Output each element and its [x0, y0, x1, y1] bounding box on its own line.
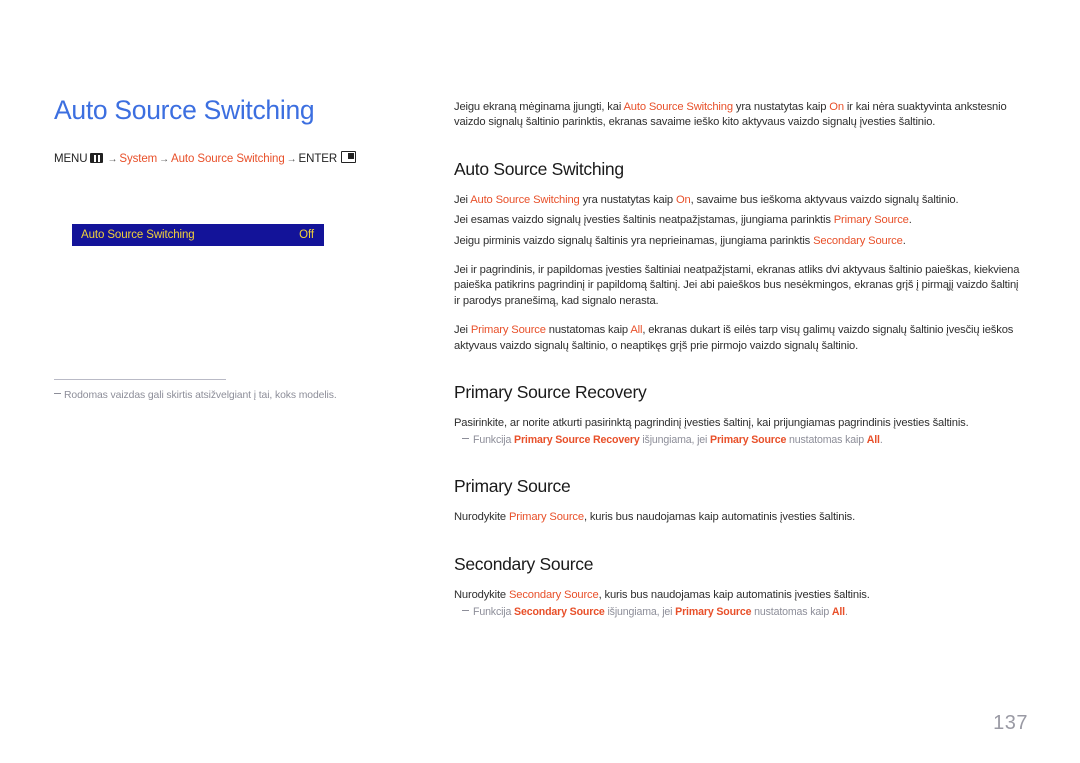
menu-grid-icon: [90, 153, 104, 163]
page-number: 137: [993, 712, 1028, 734]
paragraph: Nurodykite Secondary Source, kuris bus n…: [454, 588, 1026, 603]
paragraph: Pasirinkite, ar norite atkurti pasirinkt…: [454, 417, 969, 430]
intro-highlight-1: Auto Source Switching: [623, 101, 734, 113]
breadcrumb-menu-label: MENU: [54, 153, 88, 165]
paragraph-highlight: Secondary Source: [508, 588, 599, 601]
breadcrumb-item-auto-source-switching[interactable]: Auto Source Switching: [171, 153, 285, 165]
note-text: išjungiama, jei: [604, 606, 676, 619]
paragraph-text: Jei esamas vaizdo signalų įvesties šalti…: [454, 214, 834, 227]
paragraph: Jei esamas vaizdo signalų įvesties šalti…: [454, 213, 1026, 228]
paragraph-text: Jeigu pirminis vaizdo signalų šaltinis y…: [454, 234, 814, 247]
note-dash-icon: [462, 610, 469, 612]
left-footnote: Rodomas vaizdas gali skirtis atsižvelgia…: [54, 389, 414, 403]
paragraph-text: .: [908, 214, 912, 227]
section-primary-source-recovery: Primary Source Recovery Pasirinkite, ar …: [454, 381, 1026, 448]
paragraph-text: , savaime bus ieškoma aktyvaus vaizdo si…: [690, 193, 959, 206]
intro-text-2: yra nustatytas kaip: [732, 101, 830, 113]
paragraph-text: Jei: [454, 193, 471, 206]
breadcrumb-arrow-1: →: [107, 154, 118, 165]
paragraph-highlight: Primary Source: [508, 511, 584, 524]
note-text: Funkcija: [473, 606, 515, 619]
paragraph-text: Nurodykite: [454, 511, 509, 524]
section-note: Funkcija Secondary Source išjungiama, je…: [462, 605, 1026, 620]
osd-menu-label: Auto Source Switching: [81, 229, 195, 241]
note-highlight: Primary Source Recovery: [514, 434, 640, 447]
page-title: Auto Source Switching: [54, 95, 315, 125]
note-text: .: [879, 434, 883, 447]
breadcrumb-item-system[interactable]: System: [119, 153, 157, 165]
enter-key-icon: [341, 151, 357, 163]
note-text: nustatomas kaip: [751, 606, 832, 619]
note-highlight: Primary Source: [710, 434, 787, 447]
left-column: Auto Source Switching MENU → System → Auto S…: [54, 94, 414, 167]
left-note-divider: [54, 379, 226, 380]
note-dash-icon: [54, 393, 61, 394]
note-highlight: All: [866, 434, 880, 447]
paragraph-text: yra nustatytas kaip: [579, 193, 676, 206]
paragraph-text: .: [902, 234, 906, 247]
breadcrumb-enter-label: ENTER: [298, 153, 338, 165]
section-note: Funkcija Primary Source Recovery išjungi…: [462, 433, 1026, 448]
intro-text-1: Jeigu ekraną mėginama įjungti, kai: [454, 101, 624, 113]
paragraph-highlight: Auto Source Switching: [470, 193, 580, 206]
note-highlight: Primary Source: [675, 606, 752, 619]
section-heading: Auto Source Switching: [454, 158, 624, 179]
paragraph: Jei Primary Source nustatomas kaip All, …: [454, 323, 1026, 354]
note-text: .: [844, 606, 848, 619]
osd-menu-value[interactable]: Off: [299, 228, 314, 242]
paragraph-highlight: Primary Source: [833, 214, 909, 227]
section-secondary-source: Secondary Source Nurodykite Secondary So…: [454, 553, 1026, 620]
section-heading: Primary Source Recovery: [454, 382, 647, 403]
paragraph-text: Jei: [454, 324, 471, 337]
section-heading: Secondary Source: [454, 553, 594, 574]
paragraph-highlight: Secondary Source: [813, 234, 903, 247]
note-text: išjungiama, jei: [639, 434, 711, 447]
note-text: Funkcija: [473, 434, 515, 447]
manual-page: Auto Source Switching MENU → System → Auto S…: [0, 0, 1080, 763]
breadcrumb: MENU → System → Auto Source Switching → ENTER: [54, 151, 414, 167]
paragraph-text: , kuris bus naudojamas kaip automatinis …: [583, 511, 856, 524]
note-highlight: All: [831, 606, 845, 619]
section-auto-source-switching: Auto Source Switching Jei Auto Source Sw…: [454, 158, 1026, 354]
left-footnote-text: Rodomas vaizdas gali skirtis atsižvelgia…: [64, 390, 337, 401]
right-column: Jeigu ekraną mėginama įjungti, kai Auto …: [454, 100, 1026, 620]
paragraph: Jeigu pirminis vaizdo signalų šaltinis y…: [454, 234, 1026, 249]
paragraph-highlight: Primary Source: [470, 324, 546, 337]
paragraph-text: , kuris bus naudojamas kaip automatinis …: [598, 588, 870, 601]
paragraph-highlight: All: [630, 324, 643, 337]
paragraph: Jei ir pagrindinis, ir papildomas įvesti…: [454, 264, 1020, 307]
paragraph: Nurodykite Primary Source, kuris bus nau…: [454, 510, 1026, 525]
breadcrumb-arrow-3: →: [286, 154, 297, 165]
intro-paragraph: Jeigu ekraną mėginama įjungti, kai Auto …: [454, 100, 1026, 131]
note-dash-icon: [462, 438, 469, 440]
paragraph-text: nustatomas kaip: [545, 324, 631, 337]
paragraph-text: Nurodykite: [454, 588, 509, 601]
note-highlight: Secondary Source: [514, 606, 605, 619]
paragraph: Jei Auto Source Switching yra nustatytas…: [454, 193, 1026, 208]
section-primary-source: Primary Source Nurodykite Primary Source…: [454, 475, 1026, 525]
paragraph-highlight: On: [675, 193, 691, 206]
osd-menu-row[interactable]: Auto Source Switching Off: [72, 224, 324, 246]
section-heading: Primary Source: [454, 476, 571, 497]
intro-highlight-2: On: [829, 101, 844, 113]
breadcrumb-arrow-2: →: [159, 154, 170, 165]
note-text: nustatomas kaip: [786, 434, 867, 447]
